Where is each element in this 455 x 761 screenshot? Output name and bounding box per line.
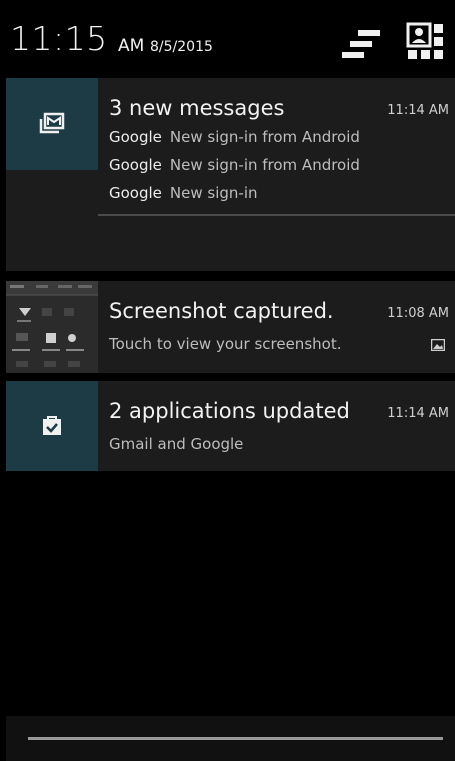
notification-title: 3 new messages [109, 96, 285, 120]
message-line: Google New sign-in from Android [109, 156, 360, 174]
shade-bottom-bar [6, 716, 455, 761]
quick-settings-button[interactable] [402, 22, 446, 62]
notification-icon-box [6, 78, 98, 170]
clear-all-icon [342, 30, 380, 58]
quick-settings-icon [406, 22, 443, 59]
clock-ampm: AM [118, 36, 145, 56]
notification-time: 11:14 AM [387, 406, 449, 421]
screenshot-thumbnail-image [6, 281, 98, 373]
image-icon [431, 339, 445, 351]
notification-subtitle: Touch to view your screenshot. [109, 335, 342, 353]
notification-subtitle: Gmail and Google [109, 435, 244, 453]
message-line: Google New sign-in from Android [109, 128, 360, 146]
notification-screenshot[interactable]: Screenshot captured. 11:08 AM Touch to v… [6, 281, 455, 373]
message-text: New sign-in from Android [169, 156, 360, 174]
notification-title: Screenshot captured. [109, 299, 334, 323]
notification-time: 11:08 AM [387, 306, 449, 321]
notification-time: 11:14 AM [387, 103, 449, 118]
notification-gmail[interactable]: 3 new messages 11:14 AM Google New sign-i… [6, 78, 455, 271]
message-text: New sign-in [169, 184, 258, 202]
message-sender: Google [109, 156, 162, 174]
notification-icon-box [6, 381, 98, 471]
play-store-bag-icon [43, 416, 61, 435]
message-sender: Google [109, 184, 162, 202]
notification-app-updates[interactable]: 2 applications updated 11:14 AM Gmail an… [6, 381, 455, 471]
message-text: New sign-in from Android [169, 128, 360, 146]
message-line: Google New sign-in [109, 184, 258, 202]
drag-handle[interactable] [28, 737, 443, 740]
notification-title: 2 applications updated [109, 399, 350, 423]
notification-header: 11:15 AM 8/5/2015 [0, 0, 455, 78]
clear-all-button[interactable] [338, 28, 382, 62]
screenshot-thumbnail [6, 281, 98, 373]
gmail-icon [39, 112, 65, 134]
message-sender: Google [109, 128, 162, 146]
clock-time: 11:15 [10, 19, 108, 58]
notification-divider [98, 214, 455, 216]
clock-date: 8/5/2015 [150, 39, 213, 55]
